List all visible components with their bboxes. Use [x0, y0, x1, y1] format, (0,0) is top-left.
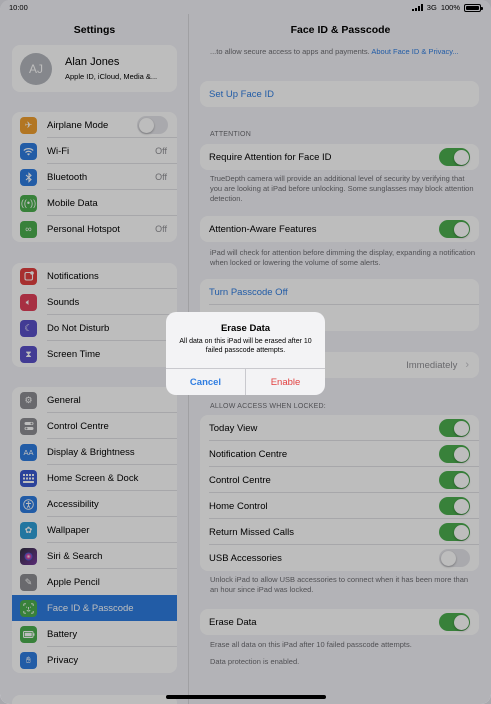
- alert-message: All data on this iPad will be erased aft…: [179, 338, 312, 354]
- erase-data-alert: Erase Data All data on this iPad will be…: [166, 312, 325, 395]
- cancel-button[interactable]: Cancel: [166, 369, 246, 395]
- enable-button[interactable]: Enable: [246, 369, 325, 395]
- alert-title: Erase Data: [220, 323, 271, 334]
- screen: 10:00 3G 100% Settings AJ Alan Jones App…: [0, 0, 491, 704]
- alert-buttons: Cancel Enable: [166, 368, 325, 395]
- home-indicator[interactable]: [166, 695, 326, 699]
